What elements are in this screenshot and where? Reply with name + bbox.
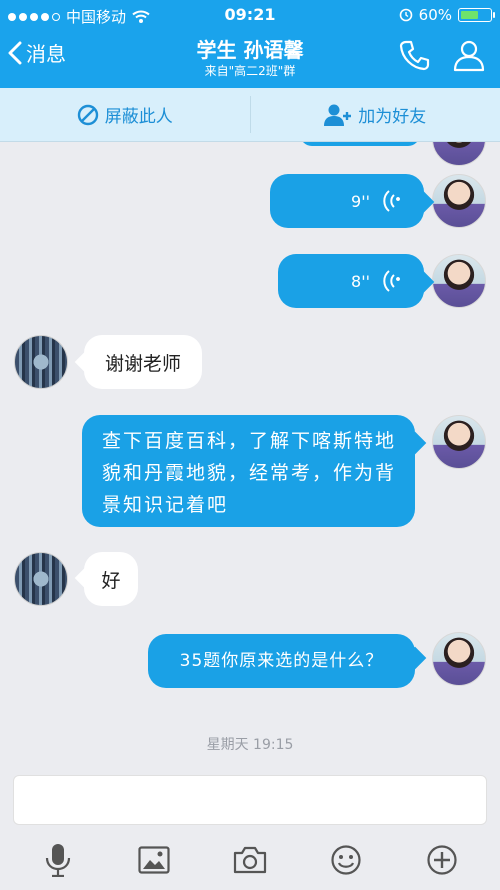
message-bubble[interactable]: 35题你原来选的是什么？	[148, 634, 415, 688]
status-right: 60%	[399, 6, 495, 24]
header: 中国移动 09:21 60% 消息 学生 孙语馨 来自"高二2班"群	[0, 0, 500, 88]
message-bubble-partial[interactable]	[300, 142, 420, 146]
battery-percent: 60%	[418, 6, 452, 24]
profile-button[interactable]	[452, 38, 486, 76]
avatar[interactable]	[432, 142, 486, 166]
input-toolbar	[0, 830, 500, 890]
avatar[interactable]	[432, 415, 486, 469]
voice-message[interactable]: 8''	[278, 254, 424, 308]
message-text-line: 景知识记着吧	[102, 494, 229, 516]
status-bar: 中国移动 09:21 60%	[0, 0, 500, 30]
message-text-line: 查下百度百科，了解下喀斯特地	[102, 430, 397, 452]
voice-wave-icon	[383, 270, 401, 292]
battery-icon	[458, 8, 495, 22]
chat-area[interactable]: 9'' 8'' 谢谢老师 查下百度百科，了解下喀斯特地 貌和丹霞地貌，经常考，作…	[0, 142, 500, 774]
avatar[interactable]	[14, 552, 68, 606]
microphone-icon	[45, 844, 71, 877]
voice-wave-icon	[383, 190, 401, 212]
message-bubble[interactable]: 谢谢老师	[84, 335, 202, 389]
block-button[interactable]: 屏蔽此人	[0, 88, 250, 141]
message-input[interactable]	[13, 775, 487, 825]
camera-icon	[233, 846, 267, 874]
image-button[interactable]	[132, 838, 176, 882]
message-text: 好	[101, 569, 121, 592]
block-icon	[77, 104, 98, 125]
block-label: 屏蔽此人	[104, 107, 173, 127]
message-bubble[interactable]: 好	[84, 552, 138, 606]
plus-icon	[427, 845, 457, 875]
timestamp: 星期天 19:15	[206, 737, 294, 753]
add-friend-button[interactable]: 加为好友	[251, 88, 500, 141]
emoji-button[interactable]	[324, 838, 368, 882]
voice-duration: 9''	[351, 191, 370, 211]
more-button[interactable]	[420, 838, 464, 882]
message-text: 35题你原来选的是什么？	[179, 651, 384, 671]
alarm-icon	[399, 8, 412, 22]
add-friend-label: 加为好友	[358, 107, 427, 127]
camera-button[interactable]	[228, 838, 272, 882]
image-icon	[138, 846, 170, 874]
voice-duration: 8''	[351, 271, 370, 291]
message-bubble[interactable]: 查下百度百科，了解下喀斯特地 貌和丹霞地貌，经常考，作为背 景知识记着吧	[82, 415, 415, 527]
voice-input-button[interactable]	[36, 838, 80, 882]
message-text: 谢谢老师	[104, 352, 181, 375]
voice-message[interactable]: 9''	[270, 174, 424, 228]
avatar[interactable]	[432, 254, 486, 308]
avatar[interactable]	[14, 335, 68, 389]
person-icon	[453, 40, 485, 72]
emoji-icon	[331, 845, 361, 875]
message-text-line: 貌和丹霞地貌，经常考，作为背	[102, 462, 397, 484]
phone-icon	[399, 40, 430, 71]
avatar[interactable]	[432, 174, 486, 228]
call-button[interactable]	[398, 38, 432, 76]
action-bar: 屏蔽此人 加为好友	[0, 88, 500, 142]
add-person-icon	[324, 104, 352, 126]
avatar[interactable]	[432, 632, 486, 686]
